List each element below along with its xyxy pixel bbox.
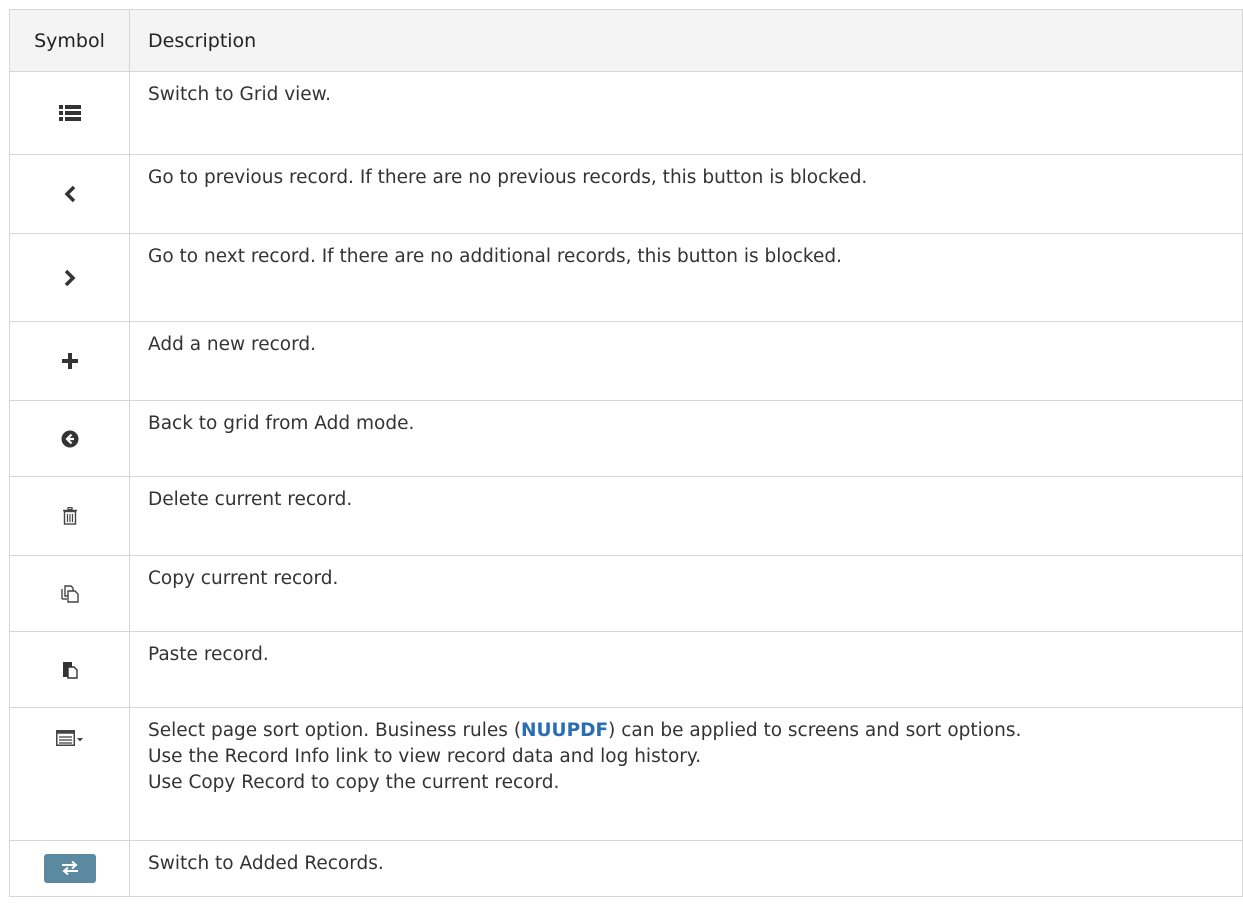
description-cell: Go to next record. If there are no addit… — [129, 233, 1243, 322]
description-text: Select page sort option. Business rules … — [148, 720, 522, 741]
description-cell: Add a new record. — [129, 321, 1243, 401]
description-cell: Back to grid from Add mode. — [129, 400, 1243, 477]
switch-added-records-button[interactable] — [43, 854, 96, 883]
symbol-column-header: Symbol — [9, 9, 130, 72]
description-line: Use Copy Record to copy the current reco… — [148, 772, 560, 793]
symbol-cell — [9, 476, 130, 556]
table-row: Go to next record. If there are no addit… — [9, 233, 1243, 322]
table-header-row: Symbol Description — [9, 9, 1243, 72]
description-text: ) can be applied to screens and sort opt… — [608, 720, 1022, 741]
switch-arrows-icon — [61, 860, 78, 876]
symbol-cell — [9, 71, 130, 155]
description-cell: Switch to Grid view. — [129, 71, 1243, 155]
table-row: Back to grid from Add mode. — [9, 400, 1243, 477]
table-row: Delete current record. — [9, 476, 1243, 556]
symbol-cell — [9, 233, 130, 322]
table-row: Copy current record. — [9, 555, 1243, 632]
paste-icon[interactable] — [62, 661, 78, 679]
table-row: Select page sort option. Business rules … — [9, 707, 1243, 841]
description-cell: Select page sort option. Business rules … — [129, 707, 1243, 841]
description-cell: Delete current record. — [129, 476, 1243, 556]
symbol-cell — [9, 840, 130, 897]
nuupdf-link[interactable]: NUUPDF — [521, 720, 608, 741]
chevron-right-icon[interactable] — [63, 268, 77, 288]
trash-icon[interactable] — [62, 507, 78, 525]
description-line: Use the Record Info link to view record … — [148, 746, 702, 767]
symbol-cell — [9, 631, 130, 708]
symbol-cell — [9, 555, 130, 632]
table-row: Go to previous record. If there are no p… — [9, 154, 1243, 234]
description-column-header: Description — [129, 9, 1243, 72]
table-row: Switch to Added Records. — [9, 840, 1243, 897]
table-row: Paste record. — [9, 631, 1243, 708]
chevron-left-icon[interactable] — [63, 184, 77, 204]
table-row: Add a new record. — [9, 321, 1243, 401]
symbol-cell — [9, 154, 130, 234]
description-cell: Go to previous record. If there are no p… — [129, 154, 1243, 234]
table-row: Switch to Grid view. — [9, 71, 1243, 155]
description-cell: Switch to Added Records. — [129, 840, 1243, 897]
symbol-cell — [9, 400, 130, 477]
copy-icon[interactable] — [60, 584, 79, 603]
description-line: Select page sort option. Business rules … — [148, 718, 1242, 744]
description-cell: Copy current record. — [129, 555, 1243, 632]
grid-view-icon[interactable] — [58, 104, 81, 122]
symbol-table: Symbol Description Switch to Grid view. — [9, 9, 1243, 897]
symbol-cell — [9, 321, 130, 401]
symbol-cell — [9, 707, 130, 841]
plus-icon[interactable] — [61, 352, 79, 370]
back-circle-icon[interactable] — [61, 430, 79, 448]
description-cell: Paste record. — [129, 631, 1243, 708]
sort-menu-icon[interactable] — [55, 730, 84, 746]
